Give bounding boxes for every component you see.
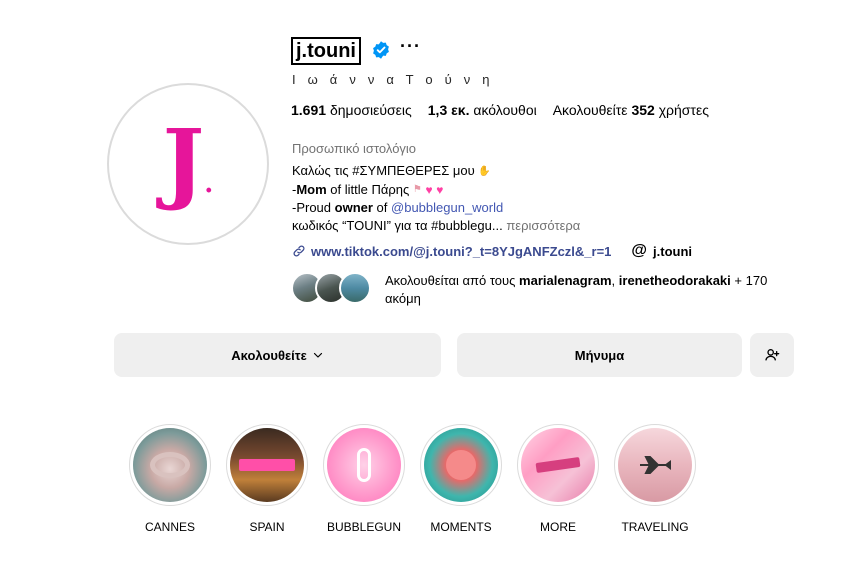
bio-line-3-of: of xyxy=(372,200,392,216)
followers-count: 1,3 εκ. xyxy=(427,102,470,118)
following-count: 352 xyxy=(631,102,655,118)
highlight-cover-shape xyxy=(446,450,476,480)
tag-icon: ⚑ xyxy=(412,184,422,196)
profile-links: www.tiktok.com/@j.touni?_t=8YJgANFZczl&_… xyxy=(292,242,692,260)
highlight-label: TRAVELING xyxy=(621,520,689,534)
heart-icon: ♥ xyxy=(436,183,444,198)
highlight-ring xyxy=(129,424,211,506)
avatar-image: J. xyxy=(113,89,263,239)
threads-link[interactable]: @ j.touni xyxy=(631,242,692,260)
highlight-cover xyxy=(618,428,692,502)
followers-label: ακόλουθοι xyxy=(473,102,537,118)
verified-badge-icon xyxy=(373,41,389,59)
message-button[interactable]: Μήνυμα xyxy=(457,333,742,377)
bio-line-2: -Mom of little Πάρης ⚑ ♥ ♥ xyxy=(292,181,580,200)
avatar-logo: J. xyxy=(163,117,214,205)
bio-line-3-bold: owner xyxy=(334,200,373,216)
following-prefix: Ακολουθείτε xyxy=(552,102,628,118)
full-name: Ι ω ά ν ν α Τ ο ύ ν η xyxy=(292,72,494,87)
followed-by-avatars[interactable] xyxy=(291,272,371,304)
link-icon xyxy=(293,245,305,257)
profile-avatar[interactable]: J. xyxy=(107,83,269,245)
profile-category: Προσωπικό ιστολόγιο xyxy=(292,141,417,156)
external-link[interactable]: www.tiktok.com/@j.touni?_t=8YJgANFZczl&_… xyxy=(311,244,611,259)
username[interactable]: j.touni xyxy=(291,37,361,65)
highlight-more[interactable]: MORE xyxy=(513,424,603,534)
add-user-icon xyxy=(765,349,780,361)
avatar-logo-dot: . xyxy=(204,169,214,199)
highlight-ring xyxy=(226,424,308,506)
bio-mention-link[interactable]: @bubblegun_world xyxy=(391,200,503,215)
highlight-traveling[interactable]: TRAVELING xyxy=(610,424,700,534)
bio-line-2-rest: of little Πάρης xyxy=(326,181,410,197)
highlight-cover-shape xyxy=(535,456,581,474)
options-icon[interactable]: ··· xyxy=(400,36,421,57)
highlight-cover xyxy=(230,428,304,502)
profile-stats: 1.691 δημοσιεύσεις 1,3 εκ. ακόλουθοι Ακο… xyxy=(291,102,709,118)
bio-line-3: -Proud owner of @bubblegun_world xyxy=(292,199,580,217)
suggested-users-button[interactable] xyxy=(750,333,794,377)
bio-more-link[interactable]: περισσότερα xyxy=(506,218,580,233)
bio-line-4-text: κωδικός “TOUNI” για τα #bubblegu... xyxy=(292,218,503,234)
highlight-ring xyxy=(420,424,502,506)
highlight-label: MOMENTS xyxy=(430,520,492,534)
highlight-cover xyxy=(327,428,401,502)
highlight-cover xyxy=(424,428,498,502)
highlight-cover xyxy=(133,428,207,502)
highlight-moments[interactable]: MOMENTS xyxy=(416,424,506,534)
followed-by-separator: , xyxy=(611,273,616,288)
waving-hand-icon: ✋ xyxy=(478,165,491,177)
airplane-icon xyxy=(640,456,671,474)
highlight-ring xyxy=(614,424,696,506)
followed-by-prefix: Ακολουθείται από τους xyxy=(385,273,516,288)
highlight-cover-shape xyxy=(357,448,371,482)
threads-icon: @ xyxy=(631,242,648,259)
posts-stat: 1.691 δημοσιεύσεις xyxy=(291,102,412,118)
bio-line-1: Καλώς τις #ΣΥΜΠΕΘΕΡΕΣ μου ✋ xyxy=(292,162,580,181)
following-button[interactable]: Ακολουθείτε xyxy=(114,333,441,377)
followers-stat[interactable]: 1,3 εκ. ακόλουθοι xyxy=(428,102,537,118)
following-stat[interactable]: Ακολουθείτε 352 χρήστες xyxy=(553,102,709,118)
bio-line-4: κωδικός “TOUNI” για τα #bubblegu... περι… xyxy=(292,217,580,235)
following-button-label: Ακολουθείτε xyxy=(231,347,307,363)
posts-count: 1.691 xyxy=(291,102,327,118)
message-button-label: Μήνυμα xyxy=(574,347,625,363)
highlight-bubblegun[interactable]: BUBBLEGUN xyxy=(319,424,409,534)
bio-line-2-bold: Mom xyxy=(296,181,327,197)
highlight-ring xyxy=(517,424,599,506)
highlight-spain[interactable]: SPAIN xyxy=(222,424,312,534)
heart-icon: ♥ xyxy=(425,183,433,198)
highlight-ring xyxy=(323,424,405,506)
highlight-label: CANNES xyxy=(144,520,195,534)
highlight-cover-shape xyxy=(150,452,190,478)
following-suffix: χρήστες xyxy=(658,102,709,118)
highlight-label: SPAIN xyxy=(249,520,285,534)
bio-line-1-text: Καλώς τις #ΣΥΜΠΕΘΕΡΕΣ μου xyxy=(292,163,475,178)
follower-avatar xyxy=(339,272,371,304)
highlight-label: MORE xyxy=(540,520,576,534)
threads-handle: j.touni xyxy=(653,243,693,259)
highlight-cover-shape xyxy=(239,459,295,471)
followed-by-user-2: irenetheodorakaki xyxy=(618,273,731,288)
chevron-down-icon xyxy=(313,352,322,358)
highlight-cannes[interactable]: CANNES xyxy=(125,424,215,534)
bio-line-3-prefix: -Proud xyxy=(292,200,335,216)
avatar-logo-letter: J xyxy=(162,109,205,213)
highlight-cover xyxy=(521,428,595,502)
posts-label: δημοσιεύσεις xyxy=(329,102,412,118)
followed-by-text[interactable]: Ακολουθείται από τους marialenagram, ire… xyxy=(385,272,785,308)
highlight-label: BUBBLEGUN xyxy=(326,520,402,534)
followed-by-user-1: marialenagram xyxy=(519,273,612,288)
profile-bio: Καλώς τις #ΣΥΜΠΕΘΕΡΕΣ μου ✋ -Mom of litt… xyxy=(292,162,580,235)
